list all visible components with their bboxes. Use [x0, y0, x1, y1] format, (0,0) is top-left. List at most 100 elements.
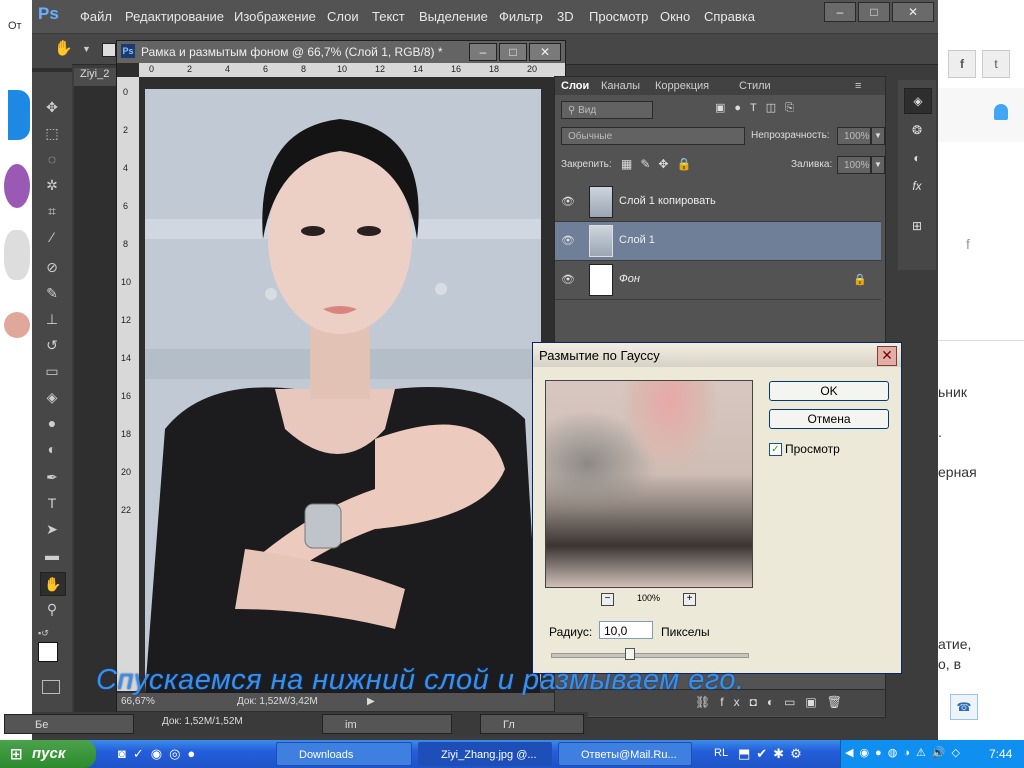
healing-brush-tool-icon[interactable]: ⊘	[40, 256, 64, 278]
minimize-button[interactable]: –	[824, 2, 856, 22]
paint-bucket-tool-icon[interactable]: ◈	[40, 386, 64, 408]
avatar[interactable]	[4, 230, 30, 280]
zoom-out-button[interactable]: −	[601, 593, 614, 606]
color-panel-icon[interactable]: ❂	[904, 118, 930, 142]
doc-close-button[interactable]: ✕	[529, 43, 561, 61]
quick-launch-icons[interactable]: ◙✓◉◎●	[118, 746, 202, 762]
eye-icon[interactable]: 👁	[561, 195, 575, 209]
rectangle-tool-icon[interactable]: ▬	[40, 544, 64, 566]
chevron-down-icon[interactable]: ▼	[82, 44, 91, 54]
minimized-doc[interactable]: im	[322, 714, 452, 734]
layers-panel-icon[interactable]: ◈	[904, 88, 932, 114]
bell-icon[interactable]	[994, 104, 1008, 120]
brush-tool-icon[interactable]: ✎	[40, 282, 64, 304]
layer-row[interactable]: 👁 Слой 1 копировать	[555, 183, 881, 222]
menu-view[interactable]: Просмотр	[589, 9, 648, 24]
tab-styles[interactable]: Стили	[739, 80, 771, 92]
blur-preview[interactable]	[545, 380, 753, 588]
properties-icon[interactable]: ⊞	[904, 214, 930, 238]
pen-tool-icon[interactable]: ✒	[40, 466, 64, 488]
blend-mode-select[interactable]: Обычные	[561, 127, 745, 145]
menu-filter[interactable]: Фильтр	[499, 9, 543, 24]
default-colors-icon[interactable]: ▪↺	[38, 628, 49, 639]
toolbar-icons[interactable]: ⬒✔✱⚙	[738, 746, 808, 762]
eyedropper-tool-icon[interactable]: ⁄	[40, 226, 64, 248]
phone-icon[interactable]: ☎	[950, 694, 978, 720]
scroll-all-checkbox[interactable]	[102, 43, 116, 57]
eraser-tool-icon[interactable]: ▭	[40, 360, 64, 382]
dodge-tool-icon[interactable]: ◐	[40, 438, 64, 460]
document-titlebar[interactable]: Ps Рамка и размытым фоном @ 66,7% (Слой …	[117, 41, 565, 63]
tray-icons[interactable]: ◀◉●◍◑⚠🔊◇	[845, 746, 966, 759]
crop-tool-icon[interactable]: ⌗	[40, 200, 64, 222]
taskbar-item-photoshop[interactable]: Ziyi_Zhang.jpg @...	[418, 742, 552, 766]
menu-layers[interactable]: Слои	[327, 9, 359, 24]
menu-3d[interactable]: 3D	[557, 9, 574, 24]
doc-maximize-button[interactable]: □	[499, 43, 527, 61]
maximize-button[interactable]: □	[858, 2, 890, 22]
panel-menu-icon[interactable]: ≡	[855, 80, 861, 92]
radius-slider-handle[interactable]	[625, 648, 635, 660]
chevron-down-icon[interactable]: ▼	[871, 156, 885, 174]
foreground-color-swatch[interactable]	[38, 642, 58, 662]
close-button[interactable]: ✕	[892, 2, 934, 22]
clone-stamp-tool-icon[interactable]: ⊥	[40, 308, 64, 330]
close-icon[interactable]: ✕	[877, 346, 897, 366]
layer-row[interactable]: 👁 Фон 🔒	[555, 261, 881, 300]
styles-fx-icon[interactable]: fx	[904, 174, 930, 198]
ok-button[interactable]: OK	[769, 381, 889, 401]
quick-mask-icon[interactable]	[42, 680, 60, 694]
lock-options-icons[interactable]: ▦✎✥🔒	[621, 157, 711, 171]
doc-minimize-button[interactable]: –	[469, 43, 497, 61]
language-indicator[interactable]: RL	[714, 747, 728, 759]
eye-icon[interactable]: 👁	[561, 234, 575, 248]
history-brush-tool-icon[interactable]: ↺	[40, 334, 64, 356]
menu-window[interactable]: Окно	[660, 9, 690, 24]
magic-wand-tool-icon[interactable]: ✲	[40, 174, 64, 196]
hand-tool-icon[interactable]: ✋	[40, 572, 66, 596]
menu-file[interactable]: Файл	[80, 9, 112, 24]
facebook-icon[interactable]: f	[948, 50, 976, 78]
path-selection-tool-icon[interactable]: ➤	[40, 518, 64, 540]
start-button[interactable]: ⊞ пуск	[0, 740, 96, 768]
menu-help[interactable]: Справка	[704, 9, 755, 24]
radius-input[interactable]: 10,0	[599, 621, 653, 639]
document-tab-ziyi[interactable]: Ziyi_2	[74, 68, 116, 86]
fill-input[interactable]: 100%	[837, 156, 871, 174]
move-tool-icon[interactable]: ✥	[40, 96, 64, 118]
menu-select[interactable]: Выделение	[419, 9, 488, 24]
opacity-input[interactable]: 100%	[837, 127, 871, 145]
twitter-icon[interactable]: t	[982, 50, 1010, 78]
lasso-tool-icon[interactable]: ◌	[40, 148, 64, 170]
zoom-tool-icon[interactable]: ⚲	[40, 598, 64, 620]
avatar[interactable]	[4, 312, 30, 338]
tab-adjustments[interactable]: Коррекция	[655, 80, 709, 92]
layer-filter-icons[interactable]: ▣●T◫⎘	[715, 101, 855, 119]
layer-row-selected[interactable]: 👁 Слой 1	[555, 222, 881, 261]
menu-image[interactable]: Изображение	[234, 9, 316, 24]
chevron-down-icon[interactable]: ▼	[871, 127, 885, 145]
zoom-in-button[interactable]: +	[683, 593, 696, 606]
taskbar-item-browser[interactable]: Ответы@Mail.Ru...	[558, 742, 692, 766]
adjustments-icon[interactable]: ◐	[904, 146, 930, 170]
cancel-button[interactable]: Отмена	[769, 409, 889, 429]
minimized-doc[interactable]: Бе	[4, 714, 134, 734]
hand-tool-icon[interactable]: ✋	[54, 39, 76, 59]
eye-icon[interactable]: 👁	[561, 273, 575, 287]
menu-type[interactable]: Текст	[372, 9, 405, 24]
tab-channels[interactable]: Каналы	[601, 80, 640, 92]
tab-layers[interactable]: Слои	[561, 80, 589, 92]
dialog-titlebar[interactable]: Размытие по Гауссу ✕	[533, 343, 901, 367]
radius-slider-track[interactable]	[551, 653, 749, 658]
image-canvas[interactable]	[145, 89, 541, 693]
menu-edit[interactable]: Редактирование	[125, 9, 224, 24]
marquee-tool-icon[interactable]: ⬚	[40, 122, 64, 144]
type-tool-icon[interactable]: T	[40, 492, 64, 514]
minimized-doc[interactable]: Гл	[480, 714, 584, 734]
avatar[interactable]	[4, 164, 30, 208]
layer-filter-select[interactable]: ⚲ Вид	[561, 101, 653, 119]
taskbar-item-downloads[interactable]: Downloads	[276, 742, 412, 766]
preview-checkbox[interactable]: ✓	[769, 443, 782, 456]
blur-tool-icon[interactable]: ●	[40, 412, 64, 434]
facebook-icon[interactable]: f	[966, 236, 970, 252]
